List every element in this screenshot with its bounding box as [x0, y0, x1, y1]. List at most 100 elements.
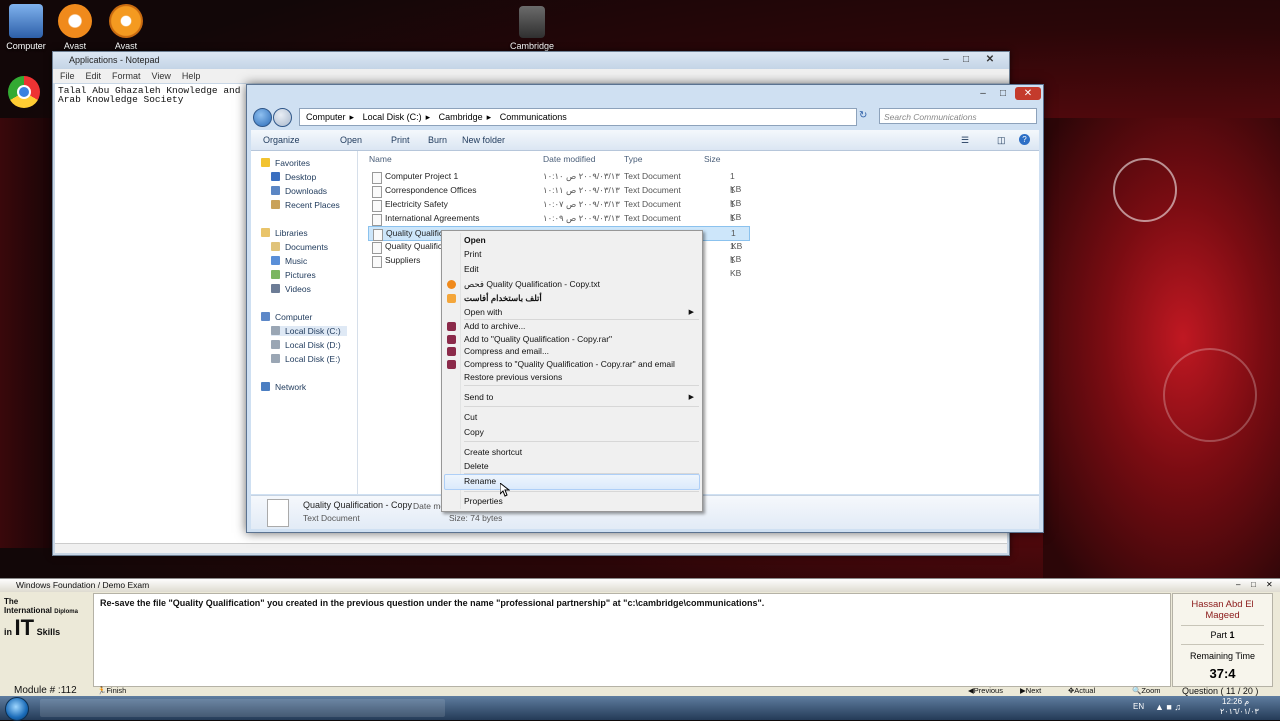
close-button[interactable]: ✕ [1015, 87, 1041, 100]
menu-delete[interactable]: Delete [464, 461, 489, 471]
search-input[interactable]: Search Communications [879, 108, 1037, 124]
view-options-icon[interactable]: ☰ [961, 130, 969, 150]
menu-view[interactable]: View [152, 71, 171, 81]
start-button[interactable] [5, 697, 29, 721]
menu-avast-shred[interactable]: أتلف باستخدام أفاست [464, 293, 542, 304]
breadcrumb-cambridge[interactable]: Cambridge [439, 112, 483, 122]
print-button[interactable]: Print [391, 130, 410, 150]
network-icon [261, 382, 270, 391]
nav-network[interactable]: Network [261, 382, 306, 392]
file-row[interactable]: Computer Project 1 ٢٠٠٩/٠٣/١٣ ص ١٠:١٠ Text… [368, 170, 748, 194]
nav-recent-places[interactable]: Recent Places [271, 200, 340, 210]
avast-wheel-icon [109, 4, 143, 38]
address-row: Computer ▸ Local Disk (C:) ▸ Cambridge ▸ Co… [247, 105, 1043, 127]
winrar-icon [447, 322, 456, 331]
open-button[interactable]: Open [340, 130, 362, 150]
divider [1181, 644, 1264, 645]
column-header-type[interactable]: Type [624, 154, 642, 164]
menu-properties[interactable]: Properties [464, 496, 503, 506]
nav-downloads[interactable]: Downloads [271, 186, 327, 196]
nav-documents[interactable]: Documents [271, 242, 328, 252]
menu-create-shortcut[interactable]: Create shortcut [464, 447, 522, 457]
nav-computer[interactable]: Computer [261, 312, 312, 322]
text-file-icon [372, 214, 382, 226]
menu-open-with[interactable]: Open with [464, 307, 502, 317]
minimize-button[interactable]: – [1236, 580, 1240, 589]
question-text: Re-save the file "Quality Qualification"… [100, 598, 765, 608]
menu-format[interactable]: Format [112, 71, 141, 81]
nav-videos[interactable]: Videos [271, 284, 311, 294]
column-header-size[interactable]: Size [704, 154, 721, 164]
breadcrumb-local-disk[interactable]: Local Disk (C:) [363, 112, 422, 122]
burn-button[interactable]: Burn [428, 130, 447, 150]
menu-file[interactable]: File [60, 71, 75, 81]
breadcrumb-computer[interactable]: Computer [306, 112, 346, 122]
divider [1181, 625, 1264, 626]
menu-edit[interactable]: Edit [464, 264, 479, 274]
column-header-date[interactable]: Date modified [543, 154, 595, 164]
chrome-icon[interactable] [8, 76, 40, 108]
remaining-time-label: Remaining Time [1189, 651, 1256, 661]
forward-arrow-icon[interactable] [273, 108, 292, 127]
clock-date[interactable]: ٢٠١٦/٠١/٠٣ [1220, 707, 1259, 716]
maximize-button[interactable]: □ [992, 87, 1014, 100]
help-icon[interactable]: ? [1019, 134, 1030, 145]
nav-music[interactable]: Music [271, 256, 307, 266]
winrar-icon [447, 347, 456, 356]
nav-local-disk-d[interactable]: Local Disk (D:) [271, 340, 341, 350]
menu-add-archive[interactable]: Add to archive... [464, 321, 525, 331]
menu-compress-rar-email[interactable]: Compress to "Quality Qualification - Cop… [464, 359, 675, 369]
nav-local-disk-c[interactable]: Local Disk (C:) [271, 326, 347, 336]
horizontal-scrollbar[interactable] [55, 543, 1007, 553]
notepad-titlebar[interactable]: Applications - Notepad [53, 52, 1009, 69]
menu-help[interactable]: Help [182, 71, 201, 81]
refresh-icon[interactable]: ↻ [859, 110, 867, 121]
file-row[interactable]: Correspondence Offices ٢٠٠٩/٠٣/١٣ ص ١٠:١١… [368, 184, 748, 208]
menu-cut[interactable]: Cut [464, 412, 477, 422]
column-header-name[interactable]: Name [369, 154, 392, 164]
menu-open[interactable]: Open [464, 235, 486, 245]
menu-print[interactable]: Print [464, 249, 481, 259]
nav-pictures[interactable]: Pictures [271, 270, 316, 280]
taskbar-buttons[interactable] [40, 699, 445, 717]
submenu-arrow-icon: ▶ [688, 394, 694, 401]
menu-edit[interactable]: Edit [86, 71, 102, 81]
nav-favorites[interactable]: Favorites [261, 158, 310, 168]
menu-rename[interactable]: Rename [464, 476, 496, 486]
menu-compress-email[interactable]: Compress and email... [464, 346, 549, 356]
drive-icon [271, 354, 280, 363]
menu-add-rar[interactable]: Add to "Quality Qualification - Copy.rar… [464, 334, 612, 344]
address-bar[interactable]: Computer ▸ Local Disk (C:) ▸ Cambridge ▸ Co… [299, 108, 857, 126]
nav-local-disk-e[interactable]: Local Disk (E:) [271, 354, 340, 364]
menu-send-to[interactable]: Send to [464, 392, 493, 402]
menu-restore-versions[interactable]: Restore previous versions [464, 372, 562, 382]
nav-desktop[interactable]: Desktop [271, 172, 316, 182]
menu-copy[interactable]: Copy [464, 427, 484, 437]
menu-avast-scan[interactable]: فحص Quality Qualification - Copy.txt [464, 279, 600, 290]
maximize-button[interactable]: □ [1251, 580, 1256, 589]
organize-button[interactable]: Organize [263, 130, 300, 150]
clock-time[interactable]: 12:26 م [1222, 697, 1249, 706]
breadcrumb-communications[interactable]: Communications [500, 112, 567, 122]
exam-titlebar: Windows Foundation / Demo Exam [0, 579, 1280, 592]
minimize-button[interactable]: – [972, 87, 994, 100]
minimize-button[interactable]: – [935, 53, 957, 66]
nav-libraries[interactable]: Libraries [261, 228, 308, 238]
language-indicator[interactable]: EN [1133, 702, 1144, 711]
taskbar: EN ▲ ■ ♫ 12:26 م ٢٠١٦/٠١/٠٣ [0, 696, 1280, 721]
flower-outline [1163, 348, 1257, 442]
details-size: Size: 74 bytes [449, 513, 503, 523]
tray-icons[interactable]: ▲ ■ ♫ [1155, 702, 1181, 712]
maximize-button[interactable]: □ [955, 53, 977, 66]
back-arrow-icon[interactable] [253, 108, 272, 127]
file-row[interactable]: Electricity Safety ٢٠٠٩/٠٣/١٣ ص ١٠:٠٧ Text… [368, 198, 748, 222]
close-button[interactable]: ✕ [979, 53, 1001, 66]
desktop-icon-avast-2[interactable]: Avast [94, 4, 158, 51]
new-folder-button[interactable]: New folder [462, 130, 505, 150]
file-row[interactable]: International Agreements ٢٠٠٩/٠٣/١٣ ص ١٠:… [368, 212, 748, 236]
wallpaper-left-strip [0, 118, 52, 548]
remaining-time: 37:4 [1209, 666, 1236, 681]
preview-pane-icon[interactable]: ◫ [997, 130, 1006, 150]
close-button[interactable]: ✕ [1266, 580, 1273, 589]
desktop-icon-cambridge[interactable]: Cambridge [500, 6, 564, 51]
